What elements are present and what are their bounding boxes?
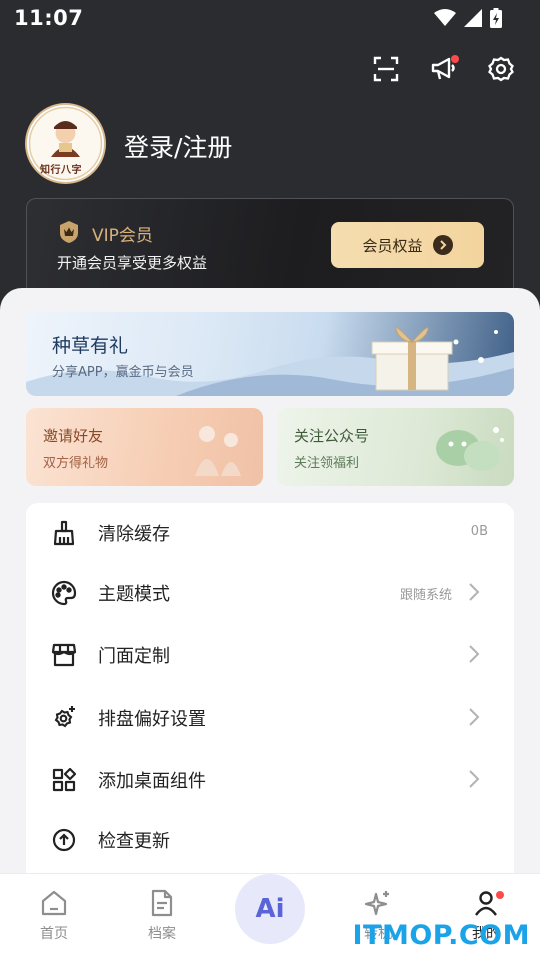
banner-title: 种草有礼 [52, 335, 129, 357]
ai-assistant-button[interactable]: Ai [235, 874, 305, 944]
palette-icon [50, 579, 78, 607]
settings-row-label: 添加桌面组件 [98, 771, 206, 792]
avatar[interactable]: 知行八字 [25, 103, 106, 184]
vip-title: VIP会员 [92, 226, 153, 246]
follow-subtitle: 关注领福利 [294, 456, 360, 471]
invite-title: 邀请好友 [43, 427, 104, 445]
scan-icon[interactable] [369, 52, 403, 86]
promo-banner[interactable]: 种草有礼 分享APP，赢金币与会员 [26, 312, 514, 396]
document-icon [151, 889, 173, 917]
settings-row-label: 排盘偏好设置 [98, 709, 206, 730]
login-register-link[interactable]: 登录/注册 [124, 128, 232, 164]
settings-row-label: 门面定制 [98, 646, 170, 667]
upload-circle-icon [50, 826, 78, 854]
follow-official-account-card[interactable]: 关注公众号 关注领福利 [277, 408, 514, 486]
wifi-icon [434, 9, 456, 26]
settings-row-label: 检查更新 [98, 831, 170, 852]
chevron-right-icon [469, 583, 480, 601]
clock: 11:07 [14, 6, 84, 30]
wechat-jade-icon [436, 427, 504, 471]
settings-row-storefront[interactable]: 门面定制 [26, 625, 514, 685]
settings-row-check-update[interactable]: 检查更新 [26, 810, 514, 870]
chevron-right-icon [469, 708, 480, 726]
vip-benefits-label: 会员权益 [362, 236, 423, 255]
settings-gear-icon[interactable] [484, 52, 518, 86]
cache-size-value: 0B [470, 524, 488, 539]
invite-friends-card[interactable]: 邀请好友 双方得礼物 [26, 408, 263, 486]
home-icon [41, 890, 67, 916]
announcement-icon[interactable] [426, 52, 460, 86]
broom-icon [50, 519, 78, 547]
notification-dot [496, 891, 504, 899]
settings-row-label: 主题模式 [98, 584, 170, 605]
chevron-right-icon [469, 645, 480, 663]
nav-home-label: 首页 [40, 926, 68, 942]
follow-title: 关注公众号 [294, 427, 370, 445]
nav-archive-label: 档案 [148, 926, 176, 942]
settings-row-theme-mode[interactable]: 主题模式 跟随系统 [26, 563, 514, 623]
ai-label: Ai [255, 894, 285, 924]
theme-mode-value: 跟随系统 [399, 588, 452, 603]
chevron-right-icon [469, 770, 480, 788]
nav-archive[interactable]: 档案 [132, 889, 192, 943]
sparkle-icon [364, 891, 389, 916]
notification-dot [451, 55, 459, 63]
gift-box-icon [371, 327, 453, 391]
system-icons [434, 8, 502, 28]
settings-row-chart-preferences[interactable]: 排盘偏好设置 [26, 688, 514, 748]
widgets-icon [50, 766, 78, 794]
status-bar: 11:07 [0, 0, 540, 40]
avatar-logo-text: 知行八字 [40, 165, 82, 176]
settings-list: 清除缓存 0B 主题模式 跟随系统 门面定制 排盘偏好设置 添加桌面组件 检查更… [26, 503, 514, 883]
watermark-text: ITMOP.COM [352, 920, 530, 951]
children-figure-icon [195, 426, 241, 476]
chevron-right-icon [432, 235, 453, 255]
storefront-icon [50, 641, 78, 669]
signal-icon [464, 9, 482, 27]
settings-row-label: 清除缓存 [98, 524, 170, 545]
invite-subtitle: 双方得礼物 [43, 456, 109, 471]
battery-icon [490, 8, 502, 28]
settings-row-clear-cache[interactable]: 清除缓存 0B [26, 503, 514, 563]
gear-sparkle-icon [50, 704, 78, 732]
vip-subtitle: 开通会员享受更多权益 [57, 254, 208, 272]
banner-subtitle: 分享APP，赢金币与会员 [52, 365, 194, 380]
nav-home[interactable]: 首页 [24, 889, 84, 943]
vip-benefits-button[interactable]: 会员权益 [331, 222, 484, 268]
settings-row-add-widget[interactable]: 添加桌面组件 [26, 750, 514, 810]
vip-crown-icon [60, 221, 78, 243]
